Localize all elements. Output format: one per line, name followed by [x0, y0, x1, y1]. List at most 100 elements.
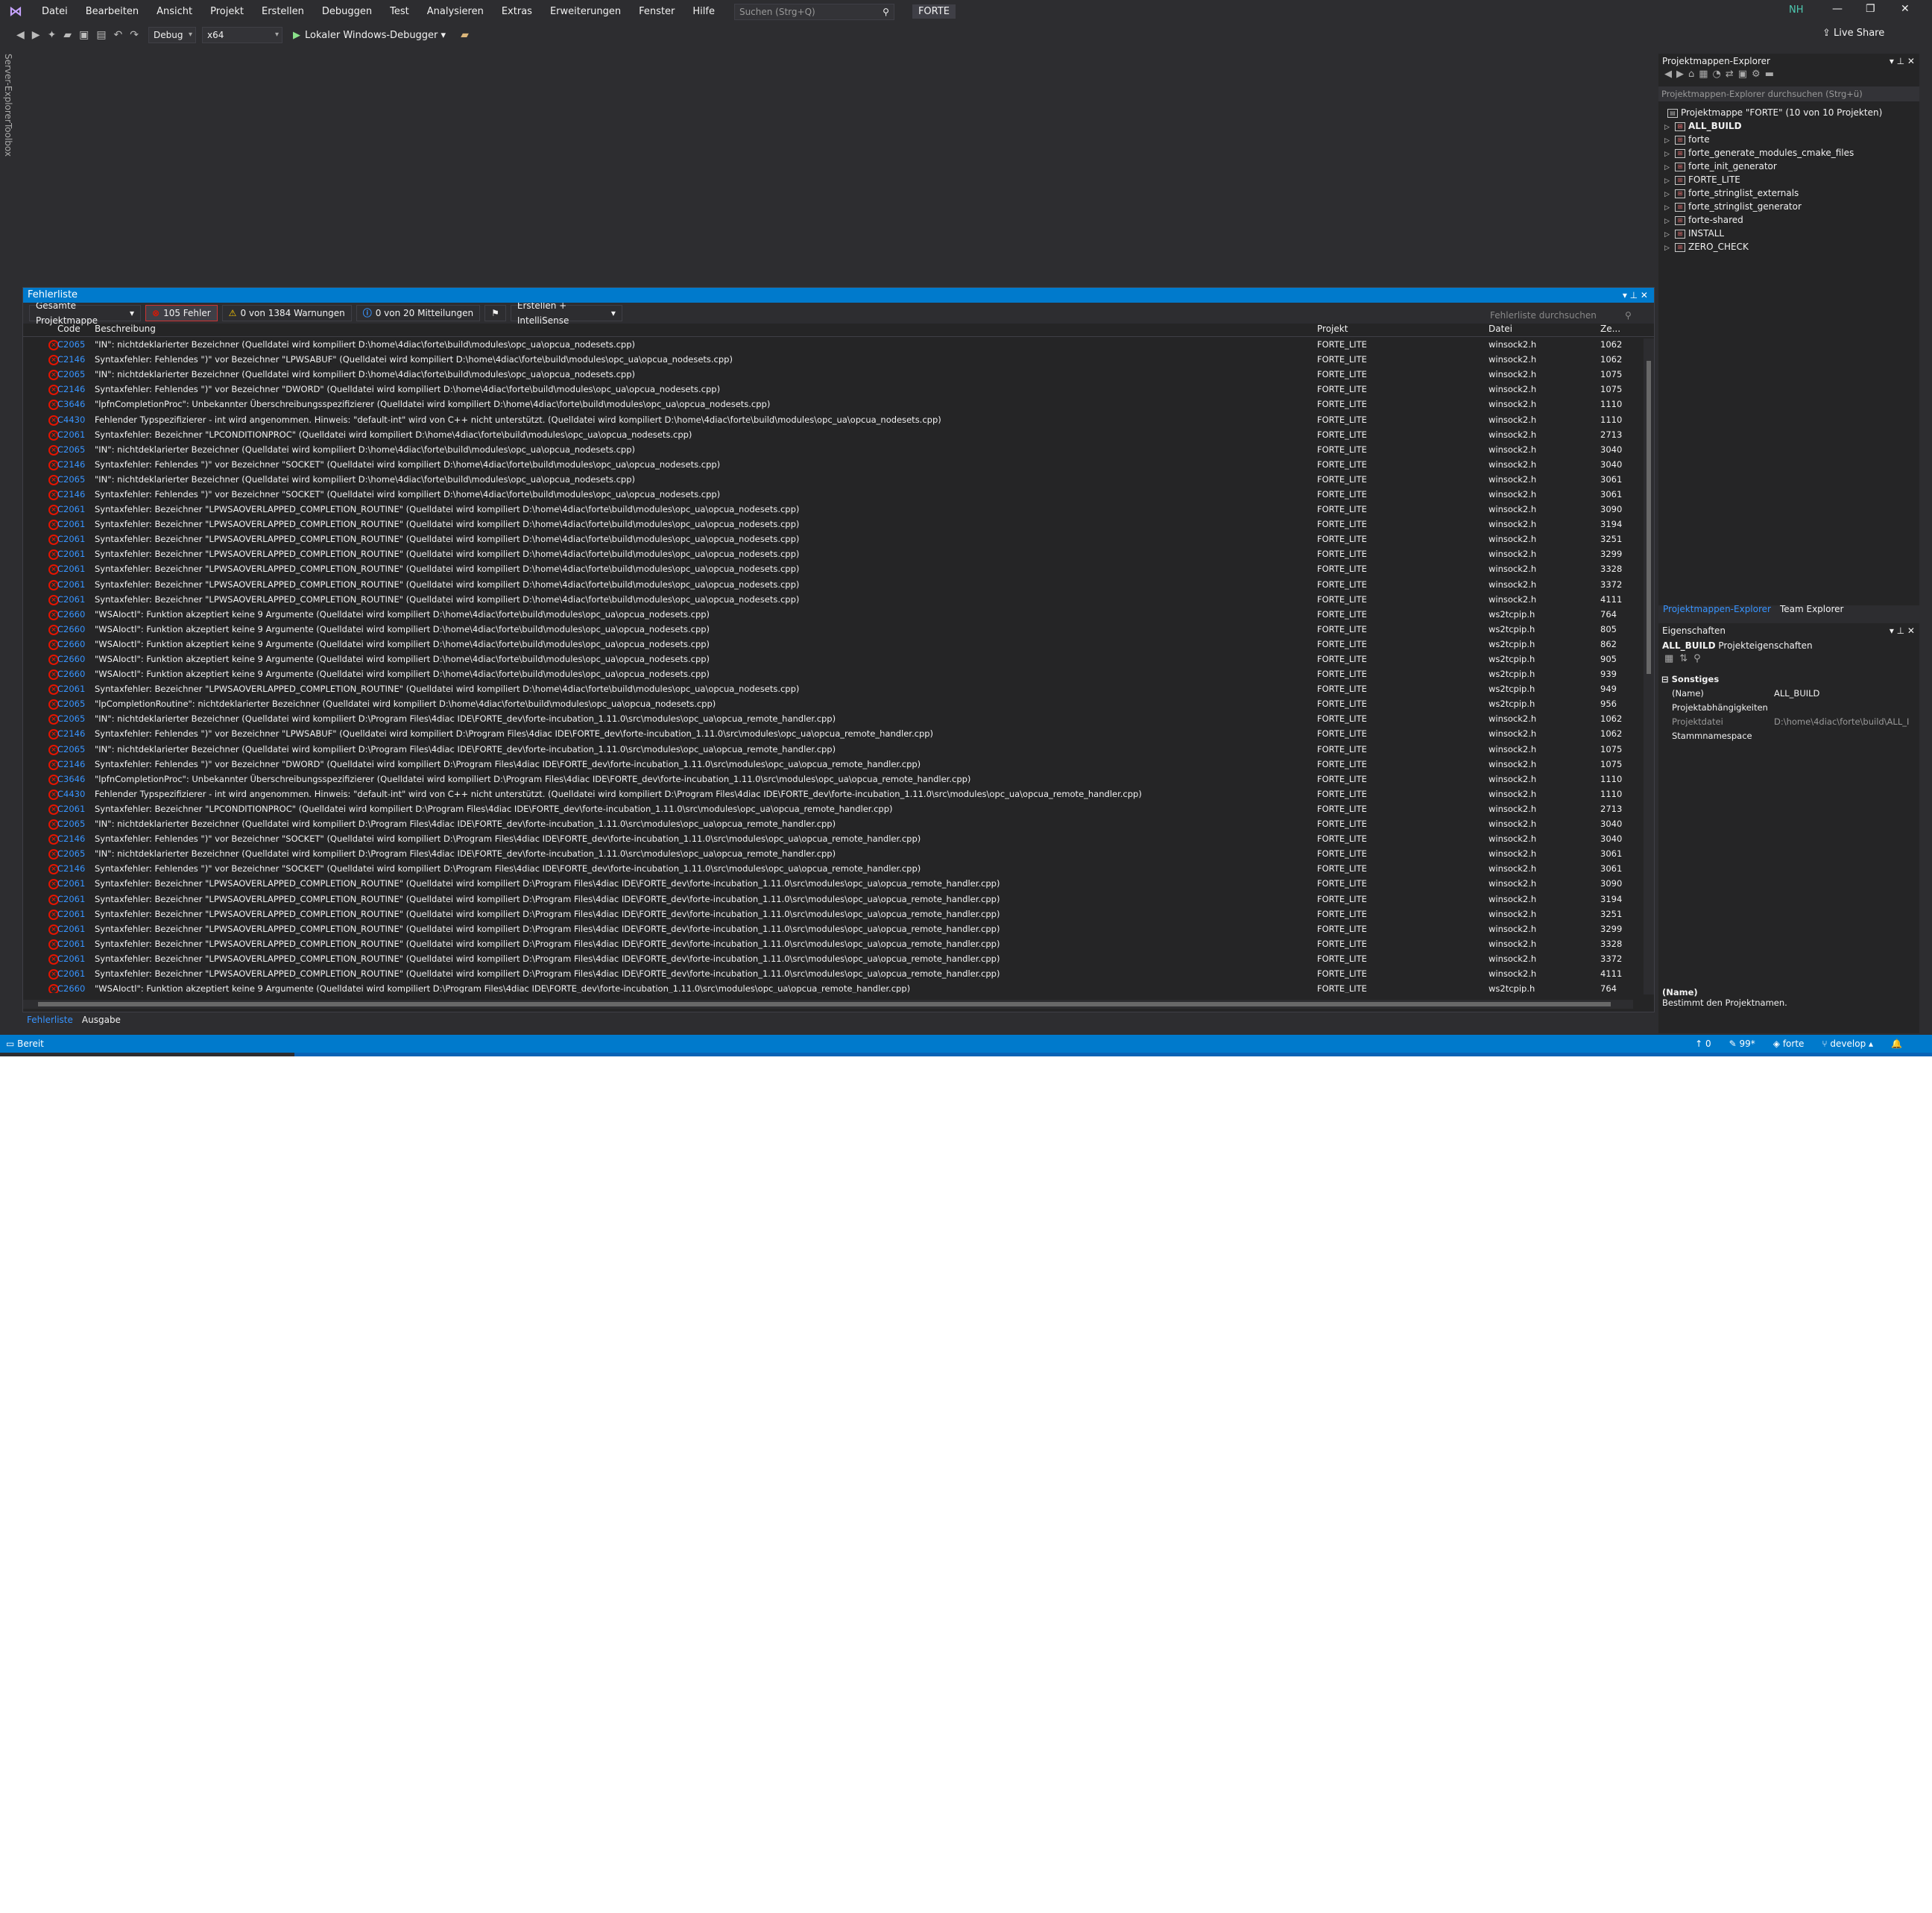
table-row[interactable]: × C2065 "lpCompletionRoutine": nichtdeklar… — [23, 696, 1654, 711]
table-row[interactable]: × C2065 "IN": nichtdeklarierter Bezeichner… — [23, 472, 1654, 487]
table-row[interactable]: × C2061 Syntaxfehler: Bezeichner "LPWSAOVE… — [23, 532, 1654, 546]
property-row[interactable]: (Name) ALL_BUILD — [1658, 687, 1919, 701]
menu-item-erweiterungen[interactable]: Erweiterungen — [541, 0, 630, 23]
property-category[interactable]: ⊟ Sonstiges — [1658, 672, 1919, 687]
table-row[interactable]: × C2065 "IN": nichtdeklarierter Bezeichner… — [23, 711, 1654, 726]
server-explorer-tab[interactable]: Server-Explorer — [3, 54, 13, 123]
table-row[interactable]: × C2065 "IN": nichtdeklarierter Bezeichner… — [23, 816, 1654, 831]
status-push[interactable]: ↑ 0 — [1695, 1035, 1711, 1053]
error-code-link[interactable]: C2065 — [53, 699, 90, 709]
menu-item-hilfe[interactable]: Hilfe — [684, 0, 724, 23]
warnings-filter-button[interactable]: ⚠ 0 von 1384 Warnungen — [221, 305, 352, 321]
error-code-link[interactable]: C4430 — [53, 789, 90, 799]
property-value[interactable] — [1774, 729, 1919, 743]
table-row[interactable]: × C2146 Syntaxfehler: Fehlendes ")" vor Be… — [23, 831, 1654, 846]
menu-item-datei[interactable]: Datei — [33, 0, 77, 23]
forward-icon[interactable]: ▶ — [32, 29, 40, 41]
table-row[interactable]: × C2065 "IN": nichtdeklarierter Bezeichner… — [23, 367, 1654, 382]
project-node[interactable]: ▷ ⊞ forte_stringlist_externals — [1658, 186, 1919, 200]
table-row[interactable]: × C2065 "IN": nichtdeklarierter Bezeichner… — [23, 442, 1654, 457]
property-row[interactable]: Projektabhängigkeiten — [1658, 701, 1919, 715]
project-node[interactable]: ▷ ⊞ forte-shared — [1658, 213, 1919, 227]
error-code-link[interactable]: C2061 — [53, 968, 90, 979]
table-row[interactable]: × C2061 Syntaxfehler: Bezeichner "LPWSAOVE… — [23, 951, 1654, 966]
panel-controls-icon[interactable]: ▾ ⊥ ✕ — [1623, 288, 1648, 303]
error-code-link[interactable]: C2061 — [53, 684, 90, 694]
status-changes[interactable]: ✎ 99* — [1729, 1035, 1755, 1053]
menu-item-ansicht[interactable]: Ansicht — [148, 0, 201, 23]
menu-item-projekt[interactable]: Projekt — [201, 0, 253, 23]
table-row[interactable]: × C2660 "WSAIoctl": Funktion akzeptiert ke… — [23, 607, 1654, 622]
error-code-link[interactable]: C2146 — [53, 459, 90, 470]
status-repo[interactable]: ◈ forte — [1773, 1035, 1805, 1053]
property-value[interactable]: ALL_BUILD — [1774, 687, 1919, 701]
table-row[interactable]: × C2146 Syntaxfehler: Fehlendes ")" vor Be… — [23, 382, 1654, 397]
save-icon[interactable]: ▣ — [79, 29, 89, 41]
user-avatar[interactable]: NH — [1789, 4, 1804, 16]
table-row[interactable]: × C2061 Syntaxfehler: Bezeichner "LPWSAOVE… — [23, 876, 1654, 891]
solution-explorer-search-input[interactable]: Projektmappen-Explorer durchsuchen (Strg… — [1658, 86, 1919, 101]
error-code-link[interactable]: C4430 — [53, 415, 90, 425]
error-code-link[interactable]: C2146 — [53, 863, 90, 874]
table-row[interactable]: × C2146 Syntaxfehler: Fehlendes ")" vor Be… — [23, 457, 1654, 472]
horizontal-scrollbar[interactable] — [23, 1000, 1633, 1009]
error-code-link[interactable]: C2061 — [53, 519, 90, 529]
table-row[interactable]: × C2660 "WSAIoctl": Funktion akzeptiert ke… — [23, 637, 1654, 652]
error-code-link[interactable]: C2061 — [53, 534, 90, 544]
table-row[interactable]: × C2061 Syntaxfehler: Bezeichner "LPCONDIT… — [23, 801, 1654, 816]
error-code-link[interactable]: C3646 — [53, 774, 90, 784]
error-code-link[interactable]: C2146 — [53, 759, 90, 769]
error-code-link[interactable]: C2660 — [53, 983, 90, 993]
table-row[interactable]: × C2660 "WSAIoctl": Funktion akzeptiert ke… — [23, 622, 1654, 637]
error-code-link[interactable]: C2061 — [53, 594, 90, 605]
column-project[interactable]: Projekt — [1313, 324, 1484, 336]
error-code-link[interactable]: C2061 — [53, 579, 90, 590]
tab-team-explorer[interactable]: Team Explorer — [1775, 602, 1849, 616]
panel-controls-icon[interactable]: ▾ ⊥ ✕ — [1890, 54, 1915, 69]
table-row[interactable]: × C2061 Syntaxfehler: Bezeichner "LPWSAOVE… — [23, 891, 1654, 906]
error-code-link[interactable]: C2065 — [53, 713, 90, 724]
redo-icon[interactable]: ↷ — [130, 29, 139, 41]
restore-icon[interactable]: ❐ — [1866, 3, 1875, 15]
table-row[interactable]: × C2061 Syntaxfehler: Bezeichner "LPWSAOVE… — [23, 561, 1654, 576]
error-code-link[interactable]: C2061 — [53, 894, 90, 904]
scope-select[interactable]: Gesamte Projektmappe ▾ — [29, 300, 141, 326]
error-code-link[interactable]: C2146 — [53, 833, 90, 844]
error-code-link[interactable]: C2061 — [53, 429, 90, 440]
table-row[interactable]: × C2146 Syntaxfehler: Fehlendes ")" vor Be… — [23, 757, 1654, 772]
solution-root[interactable]: ▤ Projektmappe "FORTE" (10 von 10 Projekt… — [1658, 106, 1919, 119]
search-input[interactable]: Suchen (Strg+Q) ⚲ — [733, 3, 894, 20]
error-code-link[interactable]: C2660 — [53, 624, 90, 634]
table-row[interactable]: × C2660 "WSAIoctl": Funktion akzeptiert ke… — [23, 981, 1654, 993]
panel-controls-icon[interactable]: ▾ ⊥ ✕ — [1890, 623, 1915, 638]
status-branch[interactable]: ⑂ develop ▴ — [1822, 1035, 1873, 1053]
error-code-link[interactable]: C2061 — [53, 954, 90, 964]
column-line[interactable]: Ze... — [1596, 324, 1633, 336]
error-code-link[interactable]: C2660 — [53, 609, 90, 620]
menu-item-fenster[interactable]: Fenster — [630, 0, 684, 23]
table-row[interactable]: × C4430 Fehlender Typspezifizierer - int w… — [23, 787, 1654, 801]
property-value[interactable] — [1774, 701, 1919, 715]
table-row[interactable]: × C2061 Syntaxfehler: Bezeichner "LPWSAOVE… — [23, 936, 1654, 951]
table-row[interactable]: × C2660 "WSAIoctl": Funktion akzeptiert ke… — [23, 666, 1654, 681]
error-list-search-input[interactable]: Fehlerliste durchsuchen ⚲ — [1490, 307, 1639, 324]
table-row[interactable]: × C4430 Fehlender Typspezifizierer - int w… — [23, 412, 1654, 426]
menu-item-analysieren[interactable]: Analysieren — [418, 0, 493, 23]
platform-select[interactable]: x64 — [202, 27, 283, 43]
error-code-link[interactable]: C2146 — [53, 384, 90, 394]
tab-output[interactable]: Ausgabe — [78, 1012, 125, 1029]
table-row[interactable]: × C2061 Syntaxfehler: Bezeichner "LPWSAOVE… — [23, 577, 1654, 592]
error-code-link[interactable]: C2061 — [53, 909, 90, 919]
error-code-link[interactable]: C2061 — [53, 564, 90, 574]
table-row[interactable]: × C2061 Syntaxfehler: Bezeichner "LPWSAOVE… — [23, 921, 1654, 936]
table-row[interactable]: × C2061 Syntaxfehler: Bezeichner "LPWSAOVE… — [23, 546, 1654, 561]
error-code-link[interactable]: C2061 — [53, 878, 90, 889]
start-debugger-button[interactable]: ▶ Lokaler Windows-Debugger ▾ — [293, 30, 446, 41]
project-node[interactable]: ▷ ⊞ forte_stringlist_generator — [1658, 200, 1919, 213]
project-node[interactable]: ▷ ⊞ INSTALL — [1658, 227, 1919, 240]
back-icon[interactable]: ◀ — [16, 29, 25, 41]
properties-object-select[interactable]: ALL_BUILD Projekteigenschaften — [1658, 638, 1919, 653]
table-row[interactable]: × C2061 Syntaxfehler: Bezeichner "LPWSAOVE… — [23, 966, 1654, 981]
error-code-link[interactable]: C2061 — [53, 549, 90, 559]
project-node[interactable]: ▷ ⊞ ZERO_CHECK — [1658, 240, 1919, 253]
